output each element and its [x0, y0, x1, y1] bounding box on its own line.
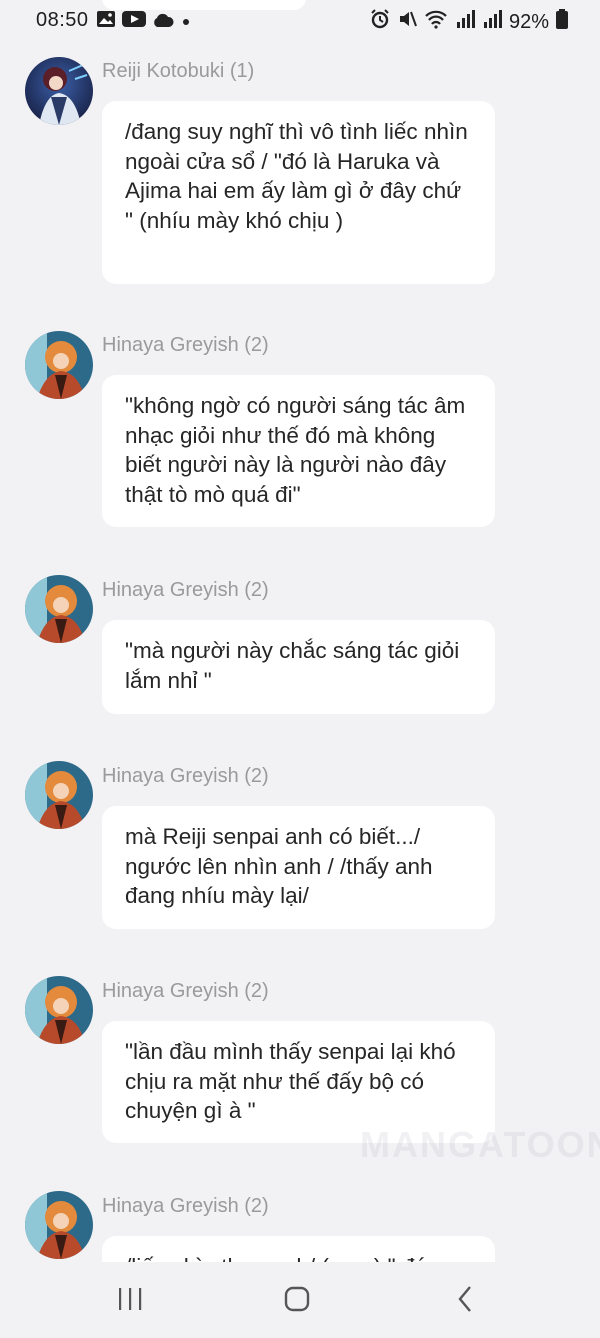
battery-icon — [556, 9, 568, 35]
avatar[interactable] — [25, 976, 93, 1044]
status-time: 08:50 — [36, 9, 89, 31]
back-icon — [456, 1285, 474, 1318]
avatar[interactable] — [25, 57, 93, 125]
sender-name: Hinaya Greyish (2) — [102, 1195, 269, 1217]
message-bubble[interactable]: "không ngờ có người sáng tác âm nhạc giỏ… — [102, 375, 495, 527]
sender-name: Hinaya Greyish (2) — [102, 579, 269, 601]
youtube-icon — [122, 10, 146, 34]
alarm-icon — [370, 9, 390, 35]
message-bubble[interactable]: /đang suy nghĩ thì vô tình liếc nhìn ngo… — [102, 101, 495, 284]
status-right: 92% — [370, 9, 568, 35]
recent-apps-icon — [117, 1287, 143, 1316]
navigation-bar — [0, 1262, 600, 1338]
previous-message-bubble — [102, 0, 306, 10]
signal-icon — [455, 10, 475, 34]
signal-icon — [482, 10, 502, 34]
back-button[interactable] — [445, 1285, 485, 1318]
recent-apps-button[interactable] — [110, 1286, 150, 1316]
sender-name: Reiji Kotobuki (1) — [102, 60, 255, 82]
sender-name: Hinaya Greyish (2) — [102, 334, 269, 356]
cloud-icon — [152, 11, 174, 34]
watermark: MANGATOON — [360, 1124, 600, 1165]
message-bubble[interactable]: "mà người này chắc sáng tác giỏi lắm nhỉ… — [102, 620, 495, 714]
wifi-icon — [424, 9, 448, 35]
image-icon — [96, 10, 116, 34]
battery-text: 92% — [508, 10, 549, 33]
home-button[interactable] — [277, 1286, 317, 1316]
dot-icon — [180, 11, 192, 34]
sender-name: Hinaya Greyish (2) — [102, 980, 269, 1002]
message-bubble[interactable]: mà Reiji senpai anh có biết.../ ngước lê… — [102, 806, 495, 929]
mute-icon — [397, 9, 417, 35]
avatar[interactable] — [25, 331, 93, 399]
status-left-icons — [96, 10, 192, 34]
avatar[interactable] — [25, 1191, 93, 1259]
sender-name: Hinaya Greyish (2) — [102, 765, 269, 787]
home-icon — [284, 1286, 310, 1317]
avatar[interactable] — [25, 761, 93, 829]
avatar[interactable] — [25, 575, 93, 643]
